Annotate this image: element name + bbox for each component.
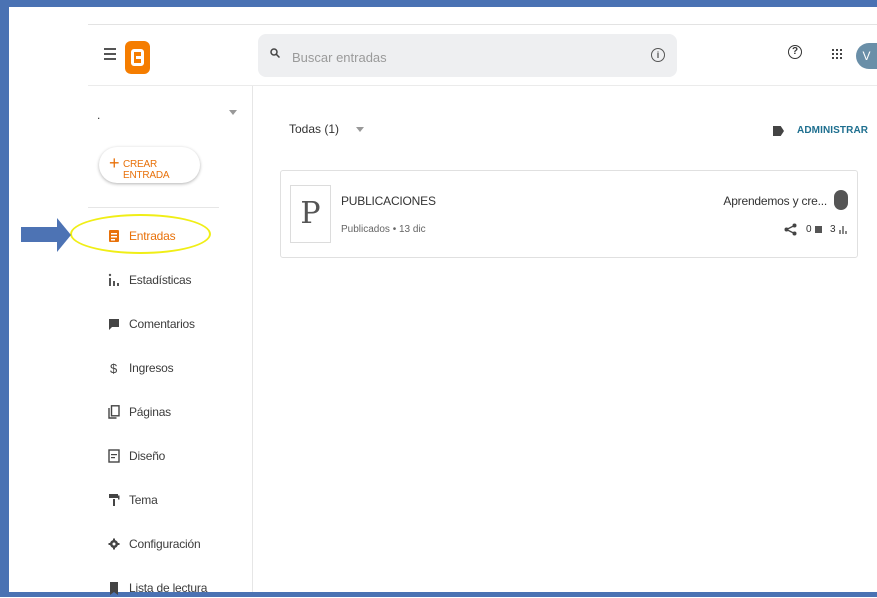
- blogger-logo[interactable]: [125, 41, 150, 74]
- sidebar-item-diseno[interactable]: Diseño: [105, 446, 245, 466]
- paint-roller-icon: [109, 494, 120, 506]
- author-avatar: [834, 190, 848, 210]
- sidebar-item-label: Estadísticas: [129, 273, 192, 287]
- sidebar-item-lista-de-lectura[interactable]: Lista de lectura: [105, 578, 245, 598]
- annotation-arrow: [21, 227, 58, 242]
- comment-icon: [815, 226, 822, 233]
- blog-name: .: [97, 108, 101, 122]
- post-status: Publicados • 13 dic: [341, 224, 426, 235]
- annotation-arrow-head: [57, 218, 71, 252]
- view-count: 3: [830, 224, 836, 235]
- help-icon[interactable]: ?: [788, 45, 802, 59]
- chevron-down-icon[interactable]: [356, 127, 364, 132]
- bookmark-icon: [110, 582, 118, 595]
- sidebar-item-label: Comentarios: [129, 317, 195, 331]
- sidebar-item-label: Lista de lectura: [129, 581, 208, 595]
- sidebar-separator: [88, 207, 219, 208]
- dollar-icon: $: [110, 361, 118, 375]
- account-avatar[interactable]: V: [856, 43, 877, 69]
- share-icon[interactable]: [784, 223, 797, 236]
- sidebar-item-label: Configuración: [129, 537, 201, 551]
- sidebar-item-configuracion[interactable]: Configuración: [105, 534, 245, 554]
- search-bar[interactable]: i: [258, 34, 677, 77]
- gear-icon: [108, 538, 120, 550]
- create-post-label: CREAR ENTRADA: [123, 159, 170, 181]
- search-input[interactable]: [290, 46, 634, 68]
- comment-count: 0: [806, 224, 812, 235]
- sidebar-item-label: Páginas: [129, 405, 171, 419]
- posts-icon: [109, 230, 119, 242]
- chevron-down-icon: [229, 110, 237, 115]
- sidebar-item-comentarios[interactable]: Comentarios: [105, 314, 245, 334]
- menu-icon[interactable]: [104, 48, 116, 60]
- pages-icon: [108, 405, 120, 419]
- sidebar-item-ingresos[interactable]: $ Ingresos: [105, 358, 245, 378]
- post-thumbnail: P: [290, 185, 331, 243]
- views-icon: [839, 226, 847, 234]
- stats-icon: [108, 273, 119, 286]
- sidebar-divider: [252, 86, 253, 592]
- top-divider: [88, 24, 877, 25]
- sidebar-item-tema[interactable]: Tema: [105, 490, 245, 510]
- post-author: Aprendemos y cre...: [723, 194, 827, 208]
- post-title[interactable]: PUBLICACIONES: [341, 194, 436, 208]
- sidebar-item-label: Entradas: [129, 229, 176, 243]
- svg-text:$: $: [110, 361, 118, 375]
- sidebar-item-estadisticas[interactable]: Estadísticas: [105, 270, 245, 290]
- blog-selector[interactable]: .: [97, 108, 237, 122]
- sidebar-item-paginas[interactable]: Páginas: [105, 402, 245, 422]
- comments-icon: [109, 319, 119, 330]
- plus-icon: +: [109, 153, 120, 173]
- manage-labels-link[interactable]: ADMINISTRAR: [797, 125, 868, 136]
- layout-icon: [108, 449, 120, 463]
- apps-icon[interactable]: [832, 49, 842, 59]
- create-post-button[interactable]: + CREAR ENTRADA: [99, 147, 200, 183]
- search-icon: [270, 48, 280, 58]
- sidebar-item-label: Ingresos: [129, 361, 174, 375]
- header-divider: [88, 85, 877, 86]
- post-filter-dropdown[interactable]: Todas (1): [289, 122, 339, 136]
- info-icon[interactable]: i: [651, 48, 665, 62]
- sidebar-item-label: Diseño: [129, 449, 166, 463]
- post-list-item[interactable]: P PUBLICACIONES Publicados • 13 dic Apre…: [280, 170, 858, 258]
- sidebar-item-entradas[interactable]: Entradas: [105, 226, 245, 246]
- sidebar-item-label: Tema: [129, 493, 158, 507]
